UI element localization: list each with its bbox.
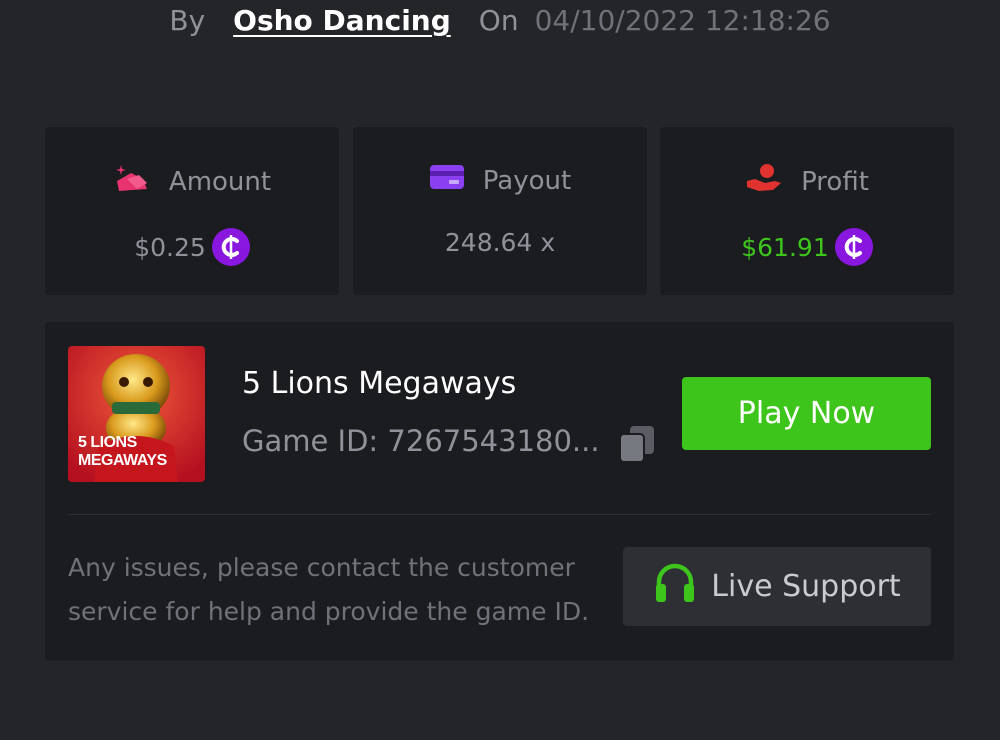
live-support-button[interactable]: Live Support [623,547,931,626]
username-link[interactable]: Osho Dancing [233,4,451,37]
profit-card: Profit $61.91 [660,127,954,295]
profit-label: Profit [801,166,869,197]
copy-icon[interactable] [618,424,656,464]
coin-icon [834,228,873,266]
payout-label: Payout [482,165,572,196]
amount-card: Amount $0.25 [45,127,339,295]
game-card: 5 LIONS MEGAWAYS 5 Lions Megaways Game I… [45,322,954,661]
help-text: Any issues, please contact the customer … [68,553,590,626]
game-id: Game ID: 7267543180... [242,424,600,458]
payout-value: 248.64 x [444,228,556,257]
on-label: On [478,4,519,37]
profit-value: $61.91 [741,232,829,262]
game-name[interactable]: 5 Lions Megaways [242,366,516,401]
game-thumbnail[interactable]: 5 LIONS MEGAWAYS [68,346,205,482]
hand-coin-icon [745,163,783,200]
coin-icon [211,228,250,266]
divider [68,514,931,515]
by-label: By [169,4,206,37]
bet-meta: By Osho Dancing On 04/10/2022 12:18:26 [0,4,1000,37]
thumb-title-line2: MEGAWAYS [78,452,167,469]
payout-card: Payout 248.64 x [353,127,647,295]
play-now-button[interactable]: Play Now [682,377,931,450]
headset-icon [653,562,697,612]
live-support-label: Live Support [711,569,901,604]
bet-datetime: 04/10/2022 12:18:26 [534,4,831,37]
amount-value: $0.25 [134,232,206,262]
bet-amount-icon [113,163,151,200]
thumb-title-line1: 5 LIONS [78,434,137,451]
card-icon [429,163,465,198]
amount-label: Amount [168,166,272,197]
